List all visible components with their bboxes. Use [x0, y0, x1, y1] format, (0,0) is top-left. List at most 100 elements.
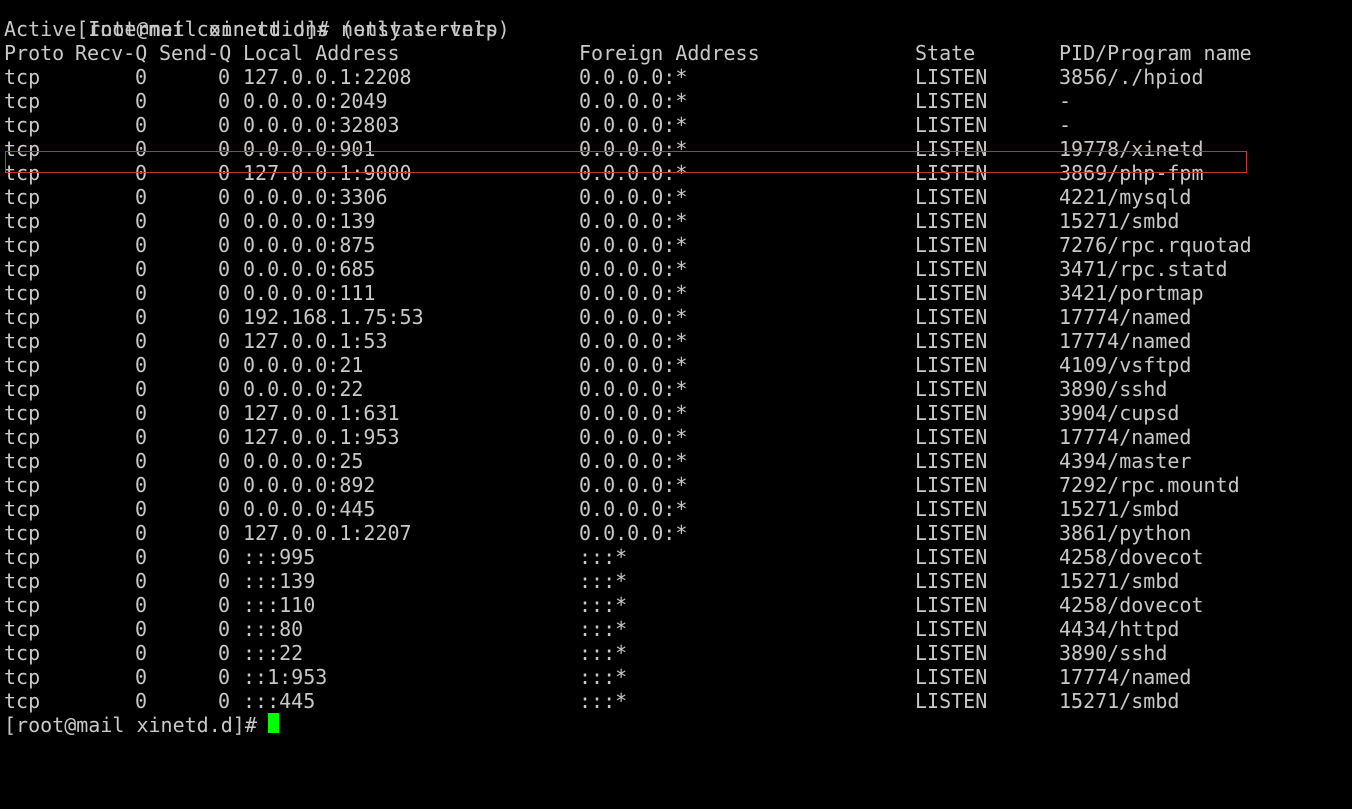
cell-send-q: 0 — [218, 89, 231, 113]
cell-send-q: 0 — [218, 161, 231, 185]
cell-proto: tcp — [4, 161, 41, 185]
connection-row: tcp 0 0 0.0.0.0:2049 0.0.0.0:* LISTEN - — [4, 89, 1352, 113]
cell-send-q: 0 — [218, 137, 231, 161]
connection-row: tcp 0 0:::80:::* LISTEN 4434/httpd — [4, 617, 1352, 641]
connection-row: tcp 0 0::1:953:::* LISTEN 17774/named — [4, 665, 1352, 689]
header-send-q: Send-Q — [159, 41, 232, 65]
cell-send-q: 0 — [218, 521, 231, 545]
cell-recv-q: 0 — [135, 545, 148, 569]
cell-recv-q: 0 — [135, 185, 148, 209]
cell-local-address: :::80 — [243, 617, 304, 641]
cell-recv-q: 0 — [135, 353, 148, 377]
header-local-address: Local Address — [243, 41, 400, 65]
command-line: [root@mail xinetd.d]# netstat -tnlp — [4, 0, 1352, 41]
cell-send-q: 0 — [218, 545, 231, 569]
cell-local-address: :::995 — [243, 545, 316, 569]
cell-state: LISTEN — [915, 281, 988, 305]
header-recv-q: Recv-Q — [75, 41, 148, 65]
cell-proto: tcp — [4, 545, 41, 569]
cell-foreign-address: 0.0.0.0:* — [579, 185, 688, 209]
cell-recv-q: 0 — [135, 305, 148, 329]
cell-foreign-address: :::* — [579, 545, 628, 569]
cell-state: LISTEN — [915, 521, 988, 545]
cell-local-address: :::445 — [243, 689, 316, 713]
cell-recv-q: 0 — [135, 449, 148, 473]
cell-pid-program: 3904/cupsd — [1059, 401, 1180, 425]
final-prompt-line[interactable]: [root@mail xinetd.d]# — [4, 713, 1352, 737]
cell-foreign-address: :::* — [579, 665, 628, 689]
cell-local-address: 127.0.0.1:53 — [243, 329, 388, 353]
cell-proto: tcp — [4, 617, 41, 641]
cell-state: LISTEN — [915, 641, 988, 665]
cell-foreign-address: 0.0.0.0:* — [579, 305, 688, 329]
cell-foreign-address: 0.0.0.0:* — [579, 329, 688, 353]
cell-pid-program: 3856/./hpiod — [1059, 65, 1204, 89]
connection-row: tcp 0 0 127.0.0.1:631 0.0.0.0:* LISTEN 3904/cu… — [4, 401, 1352, 425]
cell-recv-q: 0 — [135, 113, 148, 137]
cell-proto: tcp — [4, 353, 41, 377]
connection-row: tcp 0 0:::22:::* LISTEN 3890/sshd — [4, 641, 1352, 665]
header-state: State — [915, 41, 976, 65]
cell-send-q: 0 — [218, 65, 231, 89]
final-prompt: [root@mail xinetd.d]# — [4, 713, 269, 737]
cell-send-q: 0 — [218, 353, 231, 377]
cell-foreign-address: 0.0.0.0:* — [579, 113, 688, 137]
cell-state: LISTEN — [915, 65, 988, 89]
connection-row: tcp 0 0 127.0.0.1:2207 0.0.0.0:* LISTEN 3861/p… — [4, 521, 1352, 545]
cell-state: LISTEN — [915, 425, 988, 449]
cell-recv-q: 0 — [135, 281, 148, 305]
cell-pid-program: 3869/php-fpm — [1059, 161, 1204, 185]
connection-row: tcp 0 0:::110:::* LISTEN 4258/dovecot — [4, 593, 1352, 617]
cell-send-q: 0 — [218, 665, 231, 689]
cell-proto: tcp — [4, 521, 41, 545]
cell-pid-program: 3421/portmap — [1059, 281, 1204, 305]
cell-foreign-address: 0.0.0.0:* — [579, 137, 688, 161]
cell-recv-q: 0 — [135, 473, 148, 497]
cell-recv-q: 0 — [135, 641, 148, 665]
cell-state: LISTEN — [915, 401, 988, 425]
cell-local-address: 192.168.1.75:53 — [243, 305, 424, 329]
cell-send-q: 0 — [218, 593, 231, 617]
cell-pid-program: 3890/sshd — [1059, 641, 1168, 665]
cell-state: LISTEN — [915, 377, 988, 401]
cell-state: LISTEN — [915, 593, 988, 617]
cell-local-address: 0.0.0.0:111 — [243, 281, 376, 305]
cell-send-q: 0 — [218, 401, 231, 425]
cell-foreign-address: 0.0.0.0:* — [579, 377, 688, 401]
cell-local-address: 127.0.0.1:953 — [243, 425, 400, 449]
connection-row: tcp 0 0 0.0.0.0:875 0.0.0.0:* LISTEN 7276/rpc.… — [4, 233, 1352, 257]
cell-proto: tcp — [4, 449, 41, 473]
cell-foreign-address: 0.0.0.0:* — [579, 257, 688, 281]
cell-foreign-address: :::* — [579, 689, 628, 713]
cell-local-address: 0.0.0.0:22 — [243, 377, 364, 401]
cell-proto: tcp — [4, 113, 41, 137]
cell-pid-program: 3471/rpc.statd — [1059, 257, 1228, 281]
cell-recv-q: 0 — [135, 497, 148, 521]
connection-row: tcp 0 0:::445:::* LISTEN 15271/smbd — [4, 689, 1352, 713]
cell-send-q: 0 — [218, 617, 231, 641]
cell-send-q: 0 — [218, 497, 231, 521]
cell-pid-program: 4258/dovecot — [1059, 545, 1204, 569]
cell-proto: tcp — [4, 89, 41, 113]
cell-state: LISTEN — [915, 665, 988, 689]
cell-recv-q: 0 — [135, 593, 148, 617]
cell-state: LISTEN — [915, 353, 988, 377]
cell-proto: tcp — [4, 209, 41, 233]
cell-pid-program: 7276/rpc.rquotad — [1059, 233, 1252, 257]
cell-foreign-address: 0.0.0.0:* — [579, 401, 688, 425]
cell-pid-program: 7292/rpc.mountd — [1059, 473, 1240, 497]
cell-recv-q: 0 — [135, 521, 148, 545]
cell-foreign-address: 0.0.0.0:* — [579, 497, 688, 521]
cell-pid-program: 17774/named — [1059, 329, 1192, 353]
cell-send-q: 0 — [218, 473, 231, 497]
cell-state: LISTEN — [915, 137, 988, 161]
cell-state: LISTEN — [915, 185, 988, 209]
cell-state: LISTEN — [915, 209, 988, 233]
cell-foreign-address: :::* — [579, 617, 628, 641]
connection-row-highlighted: tcp 0 0 0.0.0.0:901 0.0.0.0:* LISTEN 19778/xin… — [4, 137, 1352, 161]
cell-foreign-address: 0.0.0.0:* — [579, 473, 688, 497]
cell-proto: tcp — [4, 65, 41, 89]
cell-local-address: 0.0.0.0:32803 — [243, 113, 400, 137]
terminal-window[interactable]: [root@mail xinetd.d]# netstat -tnlp Acti… — [4, 0, 1352, 737]
cell-send-q: 0 — [218, 185, 231, 209]
